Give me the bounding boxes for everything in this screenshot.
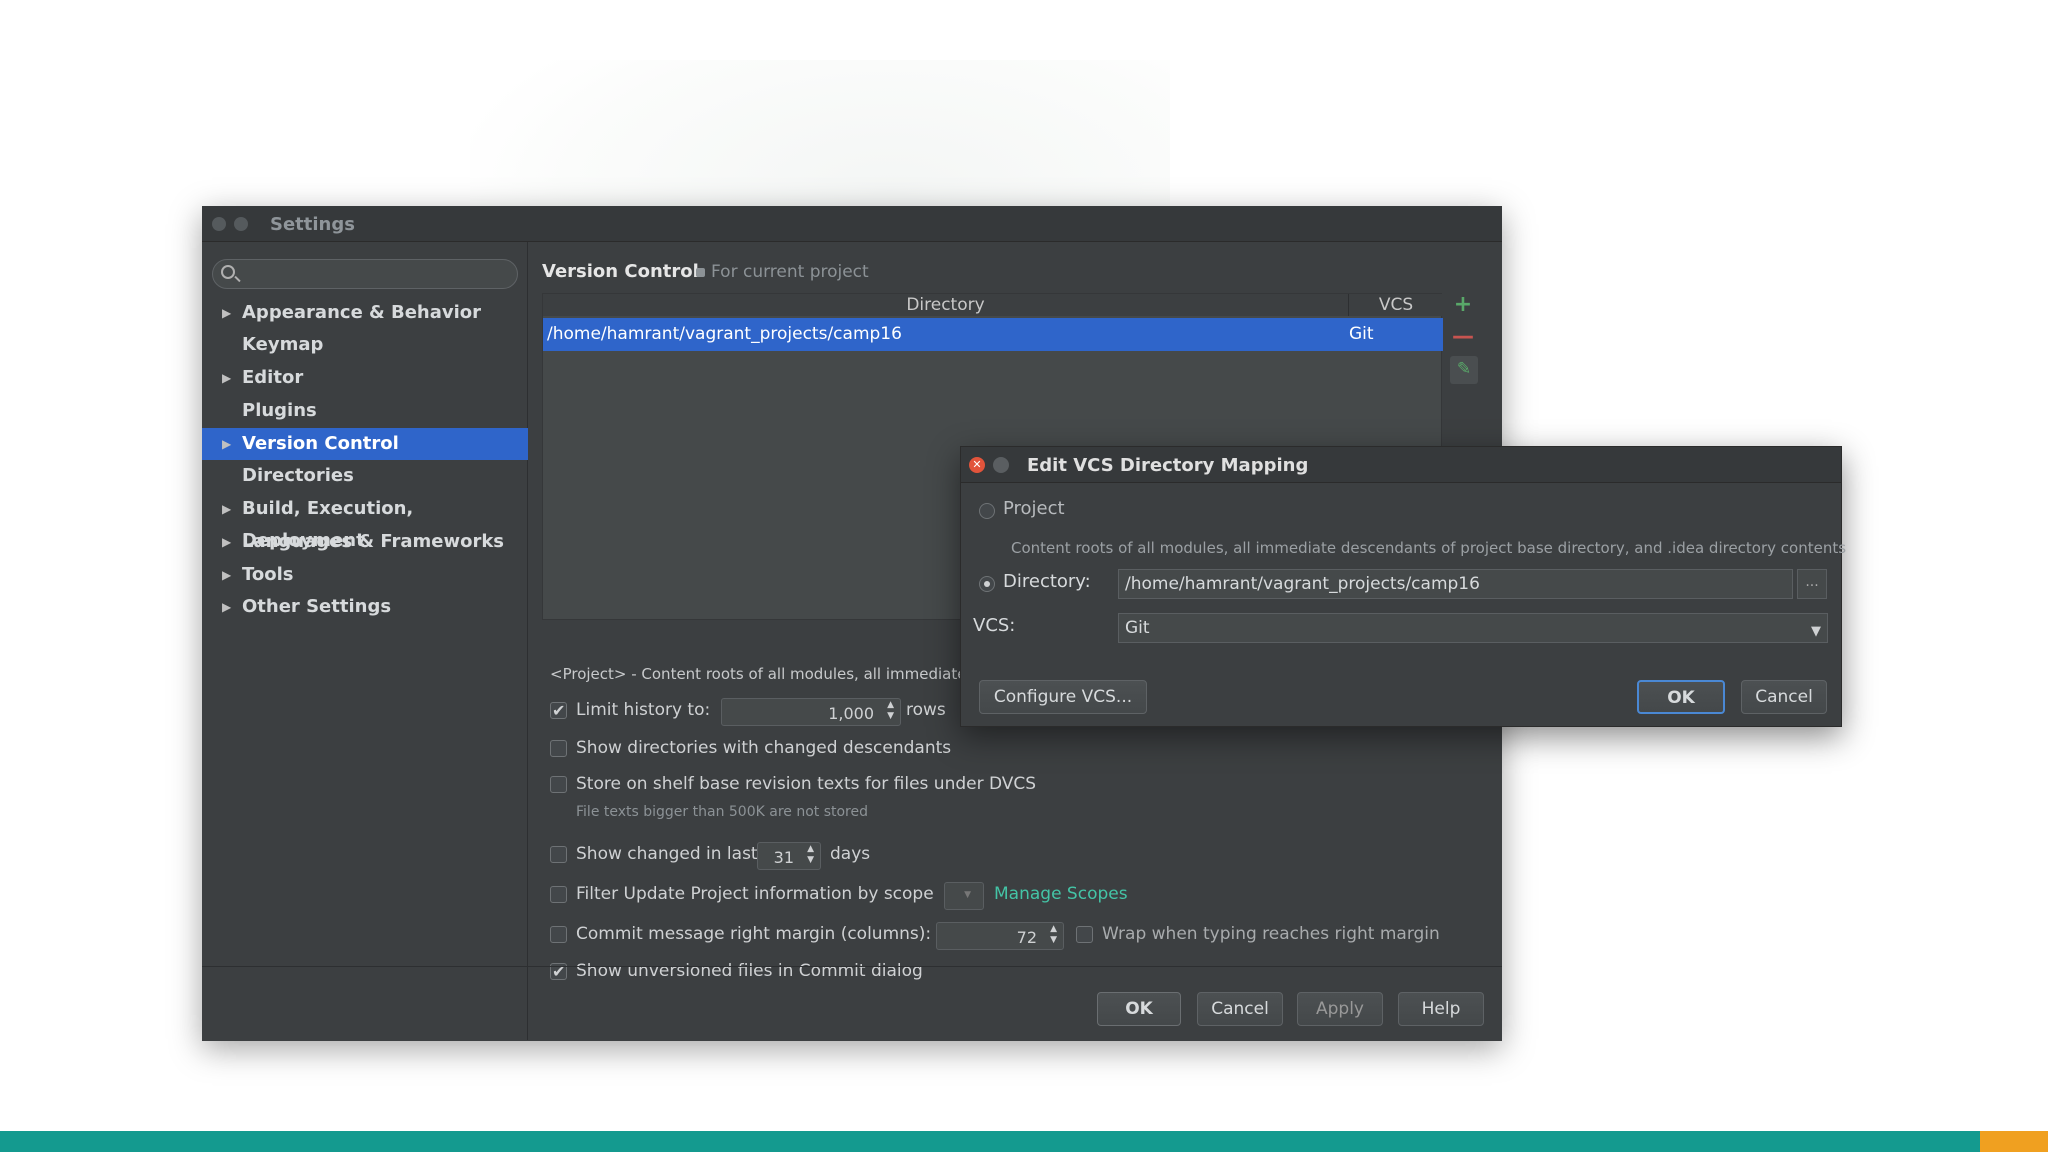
configure-vcs-button[interactable]: Configure VCS...	[979, 680, 1147, 714]
add-mapping-button[interactable]: +	[1450, 292, 1476, 318]
minimize-window-button[interactable]	[234, 217, 248, 231]
limit-history-checkbox[interactable]	[550, 699, 567, 723]
dialog-title: Edit VCS Directory Mapping	[1027, 455, 1309, 476]
sidebar-item-plugins[interactable]: Plugins	[202, 395, 528, 427]
column-header-directory[interactable]: Directory	[543, 294, 1349, 316]
edit-vcs-mapping-dialog: ✕ Edit VCS Directory Mapping Project Con…	[960, 446, 1846, 727]
show-changed-days-input[interactable]: 31 ▲ ▼	[757, 842, 821, 870]
search-icon	[221, 265, 235, 279]
commit-margin-input[interactable]: 72 ▲ ▼	[936, 922, 1064, 950]
show-unversioned-option: Show unversioned files in Commit dialog	[550, 959, 970, 985]
scope-label: For current project	[696, 262, 869, 282]
table-cell-vcs: Git	[1349, 324, 1374, 344]
dialog-cancel-button[interactable]: Cancel	[1741, 680, 1827, 714]
directory-input[interactable]: /home/hamrant/vagrant_projects/camp16	[1118, 569, 1793, 599]
scope-dropdown[interactable]: ▼	[944, 882, 984, 910]
remove-mapping-button[interactable]: —	[1450, 324, 1476, 350]
project-radio-label: Project	[1003, 498, 1065, 519]
show-directories-checkbox[interactable]	[550, 740, 567, 757]
wrap-typing-checkbox[interactable]	[1076, 926, 1093, 943]
footer-divider	[202, 966, 1502, 967]
close-icon: ✕	[972, 458, 982, 471]
chevron-down-icon: ▼	[1811, 624, 1821, 639]
chevron-down-icon: ▼	[964, 890, 971, 900]
manage-scopes-link[interactable]: Manage Scopes	[994, 882, 1128, 906]
expand-arrow-icon: ▶	[222, 600, 232, 614]
page-title: Version Control	[542, 261, 699, 282]
show-changed-checkbox[interactable]	[550, 846, 567, 863]
close-window-button[interactable]	[212, 217, 226, 231]
sidebar-item-version-control[interactable]: ▶ Version Control	[202, 428, 528, 460]
expand-arrow-icon: ▶	[222, 568, 232, 582]
pencil-icon: ✎	[1456, 359, 1472, 379]
commit-margin-option: Commit message right margin (columns): 7…	[550, 922, 1470, 950]
minus-icon: —	[1452, 324, 1474, 349]
show-directories-option: Show directories with changed descendant…	[550, 736, 970, 762]
sidebar-item-tools[interactable]: ▶ Tools	[202, 559, 528, 591]
show-changed-option: Show changed in last 31 ▲ ▼ days	[550, 842, 950, 870]
sidebar-item-appearance-behavior[interactable]: ▶ Appearance & Behavior	[202, 297, 528, 329]
dialog-titlebar: ✕ Edit VCS Directory Mapping	[961, 447, 1841, 483]
browse-directory-button[interactable]: ...	[1797, 569, 1827, 599]
minimize-dialog-button[interactable]	[993, 457, 1009, 473]
cancel-button[interactable]: Cancel	[1197, 992, 1283, 1026]
expand-arrow-icon: ▶	[222, 535, 232, 549]
project-scope-icon	[696, 268, 705, 277]
filter-update-checkbox[interactable]	[550, 886, 567, 903]
sidebar-item-other-settings[interactable]: ▶ Other Settings	[202, 591, 528, 623]
column-header-vcs[interactable]: VCS	[1349, 294, 1443, 316]
settings-titlebar: Settings	[202, 206, 1502, 242]
expand-arrow-icon: ▶	[222, 306, 232, 320]
expand-arrow-icon: ▶	[222, 371, 232, 385]
vcs-label: VCS:	[973, 615, 1016, 636]
spinner-arrows-icon[interactable]: ▲ ▼	[807, 844, 814, 866]
close-dialog-button[interactable]: ✕	[969, 457, 985, 473]
limit-history-input[interactable]: 1,000 ▲ ▼	[721, 698, 901, 726]
table-row[interactable]: /home/hamrant/vagrant_projects/camp16 Gi…	[543, 318, 1443, 351]
expand-arrow-icon: ▶	[222, 502, 232, 516]
settings-search-input[interactable]	[212, 259, 518, 289]
bottom-orange-accent	[1980, 1131, 2048, 1152]
project-radio[interactable]	[979, 503, 995, 519]
spinner-arrows-icon[interactable]: ▲ ▼	[887, 700, 894, 722]
dialog-ok-button[interactable]: OK	[1637, 680, 1725, 714]
directory-radio[interactable]	[979, 576, 995, 592]
table-cell-directory: /home/hamrant/vagrant_projects/camp16	[547, 324, 902, 344]
sidebar-item-directories[interactable]: Directories	[202, 460, 528, 492]
commit-margin-checkbox[interactable]	[550, 926, 567, 943]
edit-mapping-button[interactable]: ✎	[1450, 356, 1478, 384]
store-shelf-hint: File texts bigger than 500K are not stor…	[576, 804, 869, 820]
spinner-arrows-icon[interactable]: ▲ ▼	[1050, 924, 1057, 946]
directory-label: Directory:	[1003, 571, 1091, 592]
apply-button[interactable]: Apply	[1297, 992, 1383, 1026]
project-note: <Project> - Content roots of all modules…	[550, 665, 960, 683]
plus-icon: +	[1453, 292, 1473, 317]
settings-sidebar: ▶ Appearance & Behavior Keymap ▶ Editor …	[202, 242, 528, 1040]
store-shelf-checkbox[interactable]	[550, 776, 567, 793]
store-shelf-option: Store on shelf base revision texts for f…	[550, 772, 1070, 798]
ok-button[interactable]: OK	[1097, 992, 1181, 1026]
sidebar-item-keymap[interactable]: Keymap	[202, 329, 528, 361]
sidebar-item-build-execution-deployment[interactable]: ▶ Build, Execution, Deployment	[202, 493, 528, 551]
limit-history-option: Limit history to: 1,000 ▲▼ rows	[550, 698, 970, 726]
filter-update-option: Filter Update Project information by sco…	[550, 882, 1150, 910]
bottom-accent-bar	[0, 1131, 2048, 1152]
vcs-select[interactable]: Git ▼	[1118, 613, 1828, 643]
project-description: Content roots of all modules, all immedi…	[1011, 539, 1847, 557]
sidebar-item-languages-frameworks[interactable]: ▶ Languages & Frameworks	[202, 526, 528, 558]
expand-arrow-icon: ▶	[222, 437, 232, 451]
help-button[interactable]: Help	[1398, 992, 1484, 1026]
settings-title: Settings	[270, 214, 355, 235]
sidebar-item-editor[interactable]: ▶ Editor	[202, 362, 528, 394]
